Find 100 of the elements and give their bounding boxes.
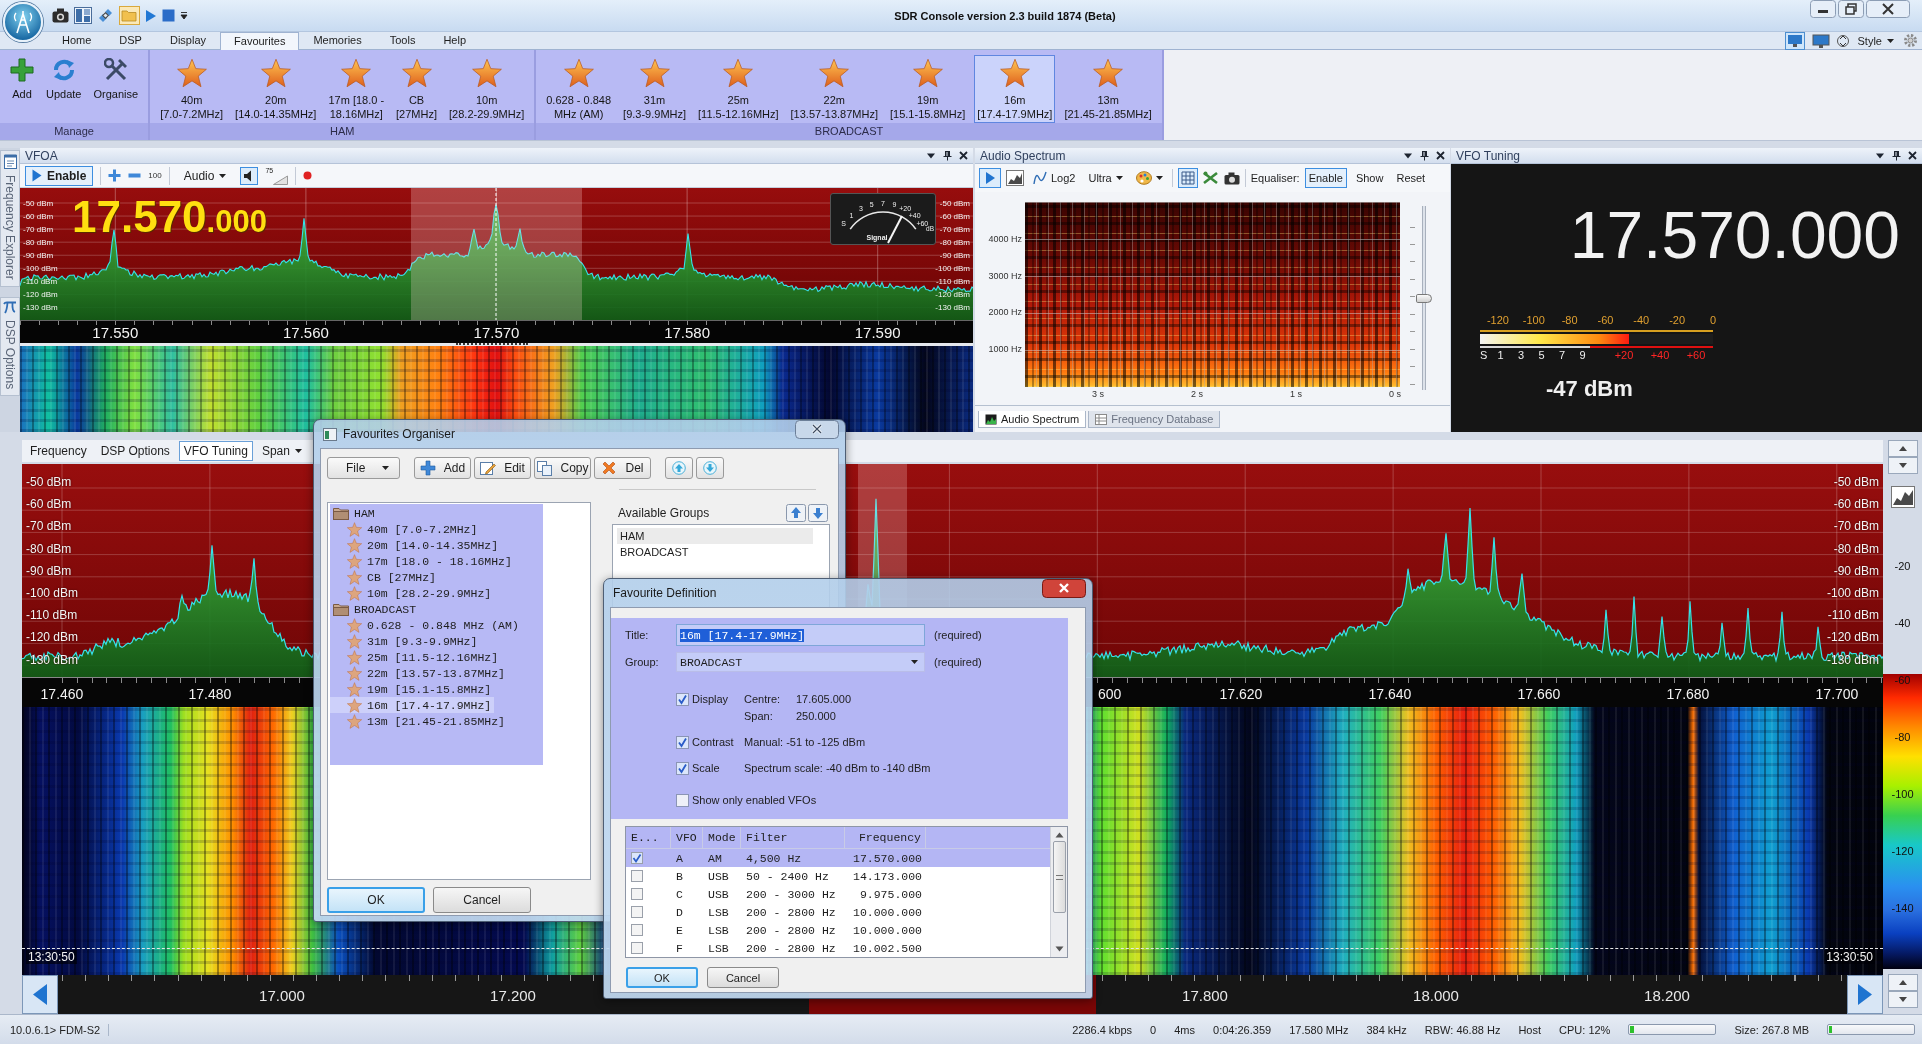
delete-button[interactable]: Del — [594, 457, 651, 479]
checkbox[interactable] — [631, 888, 643, 900]
favourite-button[interactable]: 13m [21.45-21.85MHz] — [1061, 55, 1155, 123]
tree-item[interactable]: BROADCAST — [330, 601, 420, 617]
tree-item[interactable]: 10m [28.2-29.9MHz] — [330, 585, 495, 601]
tree-item[interactable]: HAM — [330, 505, 378, 521]
move-down-button[interactable] — [696, 457, 724, 479]
dock-tab[interactable]: DSP Options — [0, 296, 20, 396]
monitor-icon[interactable] — [1784, 31, 1805, 50]
layout-icon[interactable] — [74, 7, 92, 24]
enable-button[interactable]: Enable — [25, 165, 94, 186]
column-header[interactable]: VFO — [671, 827, 703, 848]
tree-item[interactable]: 25m [11.5-12.16MHz] — [330, 649, 502, 665]
tree-item[interactable]: 19m [15.1-15.8MHz] — [330, 681, 495, 697]
favourite-button[interactable]: 19m [15.1-15.8MHz] — [887, 55, 969, 123]
view-tab[interactable]: DSP Options — [95, 441, 175, 461]
arrow-left-icon[interactable] — [22, 975, 58, 1014]
bar-chart-icon[interactable] — [1006, 170, 1024, 186]
checkbox[interactable] — [631, 906, 643, 918]
passband-highlight[interactable] — [411, 188, 582, 320]
scrollbar[interactable] — [1050, 827, 1067, 957]
camera-icon[interactable] — [52, 8, 69, 23]
group-item[interactable]: BROADCAST — [617, 544, 813, 560]
checkbox[interactable] — [676, 794, 689, 807]
tree-item[interactable]: 16m [17.4-17.9MHz] — [330, 697, 495, 713]
caret-icon[interactable] — [1875, 151, 1885, 160]
ribbon-tab[interactable]: Favourites — [220, 32, 300, 50]
table-row[interactable]: A AM 4,500 Hz 17.570.000 — [626, 849, 1050, 867]
favourite-button[interactable]: 10m [28.2-29.9MHz] — [446, 55, 528, 123]
tree-item[interactable]: 22m [13.57-13.87MHz] — [330, 665, 509, 681]
table-row[interactable]: C USB 200 - 3000 Hz 9.975.000 — [626, 885, 1050, 903]
ok-button[interactable]: OK — [327, 887, 425, 913]
checkbox[interactable] — [676, 736, 689, 749]
view-tab[interactable]: Frequency — [25, 441, 92, 461]
group-dropdown[interactable]: BROADCAST — [676, 652, 925, 672]
tree-item[interactable]: 0.628 - 0.848 MHz (AM) — [330, 617, 522, 633]
camera-icon[interactable] — [1223, 171, 1240, 185]
checkbox[interactable] — [676, 693, 689, 706]
favourite-button[interactable]: 22m [13.57-13.87MHz] — [787, 55, 881, 123]
style-menu[interactable]: Style — [1855, 34, 1896, 47]
scroll-down-icon[interactable] — [1054, 946, 1064, 952]
ribbon-tab[interactable]: DSP — [105, 32, 156, 49]
cancel-button[interactable]: Cancel — [707, 967, 779, 988]
ribbon-button[interactable]: Add — [7, 55, 37, 121]
tree-item[interactable]: 20m [14.0-14.35MHz] — [330, 537, 502, 553]
favourite-button[interactable]: 16m [17.4-17.9MHz] — [974, 55, 1056, 123]
log-scale-button[interactable]: Log2 — [1029, 168, 1080, 188]
caret-icon[interactable] — [180, 11, 188, 20]
scrollbar-thumb[interactable] — [1052, 841, 1066, 913]
audio-menu[interactable]: Audio — [176, 165, 234, 186]
monitor-icon[interactable] — [1811, 32, 1830, 49]
ribbon-tab[interactable]: Display — [155, 32, 221, 49]
caret-icon[interactable] — [926, 151, 936, 160]
arrow-right-icon[interactable] — [1847, 975, 1883, 1014]
favourite-button[interactable]: 0.628 - 0.848 MHz (AM) — [543, 55, 615, 123]
scroll-up-icon[interactable] — [1887, 440, 1918, 457]
settings-icon[interactable] — [1903, 33, 1918, 48]
minus-icon[interactable] — [128, 173, 142, 178]
move-up-button[interactable] — [665, 457, 693, 479]
favourite-button[interactable]: CB [27MHz] — [393, 55, 441, 123]
table-row[interactable]: D LSB 200 - 2800 Hz 10.000.000 — [626, 903, 1050, 921]
close-icon[interactable] — [1042, 579, 1086, 598]
checkbox[interactable] — [631, 870, 643, 882]
tree-item[interactable]: CB [27MHz] — [330, 569, 439, 585]
ribbon-tab[interactable]: Home — [48, 32, 106, 49]
tools-icon[interactable] — [1202, 171, 1219, 185]
up-down-arrows-icon[interactable] — [1836, 32, 1849, 49]
grid-icon[interactable] — [1177, 168, 1198, 188]
table-row[interactable]: E LSB 200 - 2800 Hz 10.000.000 — [626, 921, 1050, 939]
column-header[interactable]: Frequency — [845, 827, 926, 848]
checkbox[interactable] — [631, 852, 643, 864]
ribbon-tab[interactable]: Tools — [375, 32, 430, 49]
tree-item[interactable]: 40m [7.0-7.2MHz] — [330, 521, 481, 537]
ribbon-tab[interactable]: Memories — [299, 32, 376, 49]
scroll-down-icon[interactable] — [1887, 991, 1918, 1008]
ok-button[interactable]: OK — [626, 967, 698, 988]
play-icon[interactable] — [979, 168, 1001, 188]
chart-icon[interactable] — [1890, 486, 1915, 508]
play-icon[interactable] — [145, 8, 157, 23]
ribbon-button[interactable]: Update — [43, 55, 85, 121]
panel-tab[interactable]: Frequency Database — [1088, 411, 1221, 428]
ribbon-tab[interactable]: Help — [429, 32, 480, 49]
enable-button[interactable]: Enable — [1304, 168, 1347, 188]
resolution-menu[interactable]: Ultra — [1084, 168, 1127, 188]
favourite-button[interactable]: 25m [11.5-12.16MHz] — [695, 55, 782, 123]
arrow-down-icon[interactable] — [808, 504, 828, 522]
column-header[interactable]: Filter — [741, 827, 845, 848]
view-tab[interactable]: VFO Tuning — [178, 441, 253, 461]
reset-button[interactable]: Reset — [1392, 168, 1430, 188]
close-icon[interactable] — [959, 151, 968, 160]
span-menu[interactable]: Span — [256, 441, 307, 461]
close-icon[interactable] — [1436, 151, 1445, 160]
favourite-button[interactable]: 40m [7.0-7.2MHz] — [157, 55, 227, 123]
scroll-down-icon[interactable] — [1887, 457, 1918, 474]
ribbon-button[interactable]: Organise — [90, 55, 142, 121]
favourite-button[interactable]: 17m [18.0 - 18.16MHz] — [325, 55, 388, 123]
arrow-up-icon[interactable] — [786, 504, 806, 522]
tree-item[interactable]: 13m [21.45-21.85MHz] — [330, 713, 509, 729]
dock-tab[interactable]: Frequency Explorer — [0, 150, 20, 287]
group-item[interactable]: HAM — [617, 528, 813, 544]
